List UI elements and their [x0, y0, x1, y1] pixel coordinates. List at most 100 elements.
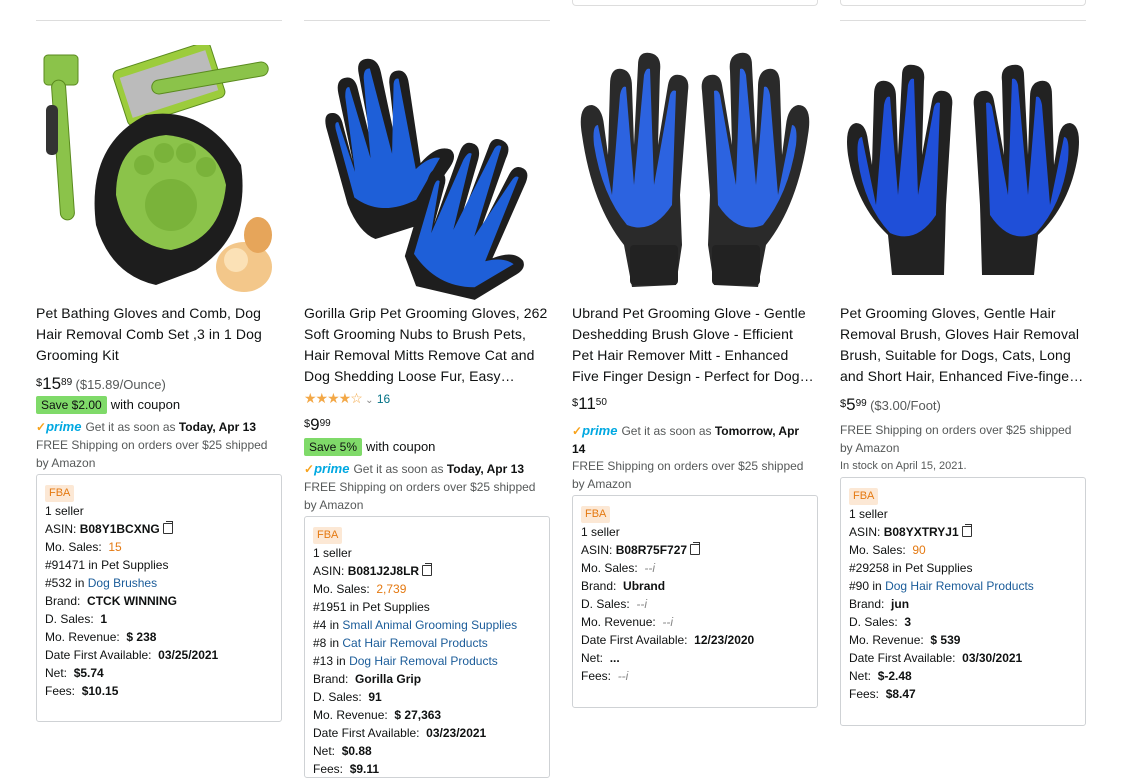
rank-row: #4 in Small Animal Grooming Supplies [313, 618, 518, 632]
save-badge[interactable]: Save 5% [304, 438, 363, 456]
rank-row: #91471 in Pet Supplies [45, 558, 169, 572]
product-image-ubrand-glove[interactable] [572, 45, 818, 300]
d-sales-row: D. Sales: 1 [45, 612, 108, 626]
prime-check-icon: ✓ [36, 420, 47, 434]
delivery-info: 14 [572, 442, 586, 456]
product-title[interactable]: Gorilla Grip Pet Grooming Gloves, 262 So… [304, 303, 550, 387]
brand-row: Brand: Ubrand [581, 579, 666, 593]
copy-icon[interactable] [162, 521, 173, 534]
brand-row: Brand: Gorilla Grip [313, 672, 422, 686]
date-row: Date First Available: 03/25/2021 [45, 648, 219, 662]
rank-row: #532 in Dog Brushes [45, 576, 158, 590]
delivery-info: ✓prime Get it as soon as Today, Apr 13 [36, 419, 256, 434]
net-row: Net: $-2.48 [849, 669, 912, 683]
asin-row: ASIN: B08YXTRYJ1 [849, 523, 972, 541]
divider [304, 20, 550, 21]
divider [840, 0, 1086, 6]
prime-logo: prime [582, 423, 618, 438]
product-image-grooming-kit[interactable] [36, 45, 282, 300]
mo-sales-row: Mo. Sales: 2,739 [313, 582, 407, 596]
asin-row: ASIN: B08R75F727 [581, 541, 701, 559]
copy-icon[interactable] [961, 524, 972, 537]
rank-row: #13 in Dog Hair Removal Products [313, 654, 498, 668]
category-link[interactable]: Small Animal Grooming Supplies [342, 618, 517, 632]
rank-row: #90 in Dog Hair Removal Products [849, 579, 1034, 593]
price: $1589 ($15.89/Ounce) [36, 374, 166, 393]
mo-revenue-row: Mo. Revenue: $ 27,363 [313, 708, 442, 722]
sellers: 1 seller [581, 525, 620, 539]
fba-badge: FBA [581, 506, 611, 523]
net-row: Net: ... [581, 651, 620, 665]
price: $999 [304, 415, 331, 434]
mo-revenue-row: Mo. Revenue: --i [581, 615, 674, 629]
mo-revenue-row: Mo. Revenue: $ 539 [849, 633, 961, 647]
star-icon: ★★★★☆ [304, 390, 363, 406]
d-sales-row: D. Sales: 91 [313, 690, 382, 704]
rank-row: #29258 in Pet Supplies [849, 561, 973, 575]
copy-icon[interactable] [422, 563, 433, 576]
fba-badge: FBA [45, 485, 75, 502]
copy-icon[interactable] [690, 542, 701, 555]
divider [840, 20, 1086, 21]
save-badge[interactable]: Save $2.00 [36, 396, 107, 414]
unit-price: ($3.00/Foot) [870, 398, 941, 413]
brand-row: Brand: CTCK WINNING [45, 594, 178, 608]
stock-status: In stock on April 15, 2021. [840, 460, 967, 472]
sellers: 1 seller [849, 507, 888, 521]
prime-logo: prime [314, 461, 350, 476]
product-info-panel: FBA 1 seller ASIN: B08YXTRYJ1 Mo. Sales:… [840, 477, 1086, 726]
sellers: 1 seller [45, 504, 84, 518]
coupon-label: with coupon [110, 397, 181, 412]
mo-revenue-row: Mo. Revenue: $ 238 [45, 630, 157, 644]
mo-sales-row: Mo. Sales: 90 [849, 543, 926, 557]
product-title[interactable]: Pet Bathing Gloves and Comb, Dog Hair Re… [36, 303, 282, 366]
rating-count[interactable]: 16 [377, 392, 390, 406]
product-info-panel: FBA 1 seller ASIN: B08R75F727 Mo. Sales:… [572, 495, 818, 708]
product-info-panel: FBA 1 seller ASIN: B081J2J8LR Mo. Sales:… [304, 516, 550, 778]
divider [36, 20, 282, 21]
product-title[interactable]: Pet Grooming Gloves, Gentle Hair Removal… [840, 303, 1086, 387]
coupon: Save $2.00 with coupon [36, 396, 180, 414]
fba-badge: FBA [849, 488, 879, 505]
price: $599 ($3.00/Foot) [840, 395, 941, 414]
prime-check-icon: ✓ [304, 462, 315, 476]
shipping-info: FREE Shipping on orders over $25 shipped… [840, 423, 1072, 455]
shipping-info: FREE Shipping on orders over $25 shipped… [36, 438, 268, 470]
fba-badge: FBA [313, 527, 343, 544]
mo-sales-row: Mo. Sales: 15 [45, 540, 122, 554]
delivery-info: ✓prime Get it as soon as Today, Apr 13 [304, 461, 524, 476]
date-row: Date First Available: 03/23/2021 [313, 726, 487, 740]
fees-row: Fees: --i [581, 669, 629, 683]
date-row: Date First Available: 12/23/2020 [581, 633, 755, 647]
rank-row: #1951 in Pet Supplies [313, 600, 430, 614]
net-row: Net: $0.88 [313, 744, 372, 758]
product-image-grooming-gloves[interactable] [840, 45, 1086, 300]
delivery-info: ✓prime Get it as soon as Tomorrow, Apr [572, 423, 800, 438]
rating[interactable]: ★★★★☆ ⌄ 16 [304, 390, 390, 407]
shipping-info: FREE Shipping on orders over $25 shipped… [572, 459, 804, 491]
unit-price: ($15.89/Ounce) [75, 377, 166, 392]
net-row: Net: $5.74 [45, 666, 104, 680]
brand-row: Brand: jun [849, 597, 910, 611]
fees-row: Fees: $8.47 [849, 687, 916, 701]
category-link[interactable]: Dog Brushes [88, 576, 157, 590]
product-info-panel: FBA 1 seller ASIN: B08Y1BCXNG Mo. Sales:… [36, 474, 282, 722]
fees-row: Fees: $10.15 [45, 684, 119, 698]
prime-check-icon: ✓ [572, 424, 583, 438]
sellers: 1 seller [313, 546, 352, 560]
fees-row: Fees: $9.11 [313, 762, 380, 776]
category-link[interactable]: Cat Hair Removal Products [342, 636, 487, 650]
product-image-gorilla-grip-gloves[interactable] [304, 45, 550, 300]
date-row: Date First Available: 03/30/2021 [849, 651, 1023, 665]
shipping-info: FREE Shipping on orders over $25 shipped… [304, 480, 536, 512]
asin-row: ASIN: B08Y1BCXNG [45, 520, 173, 538]
category-link[interactable]: Dog Hair Removal Products [885, 579, 1034, 593]
asin-row: ASIN: B081J2J8LR [313, 562, 433, 580]
category-link[interactable]: Dog Hair Removal Products [349, 654, 498, 668]
coupon-label: with coupon [366, 439, 436, 454]
product-title[interactable]: Ubrand Pet Grooming Glove - Gentle Deshe… [572, 303, 818, 387]
coupon: Save 5% with coupon [304, 438, 435, 456]
divider [572, 0, 818, 6]
price: $1150 [572, 394, 607, 413]
chevron-down-icon[interactable]: ⌄ [365, 395, 373, 406]
